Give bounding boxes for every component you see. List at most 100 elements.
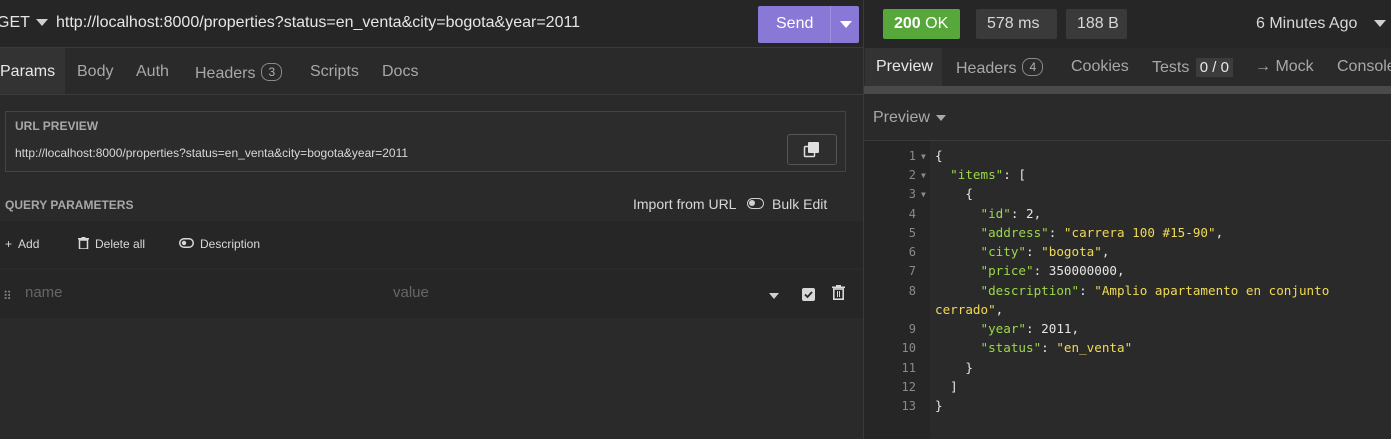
tab-scripts[interactable]: Scripts <box>310 63 359 81</box>
chevron-down-icon[interactable] <box>769 293 779 299</box>
param-row: ⠿ <box>0 270 863 318</box>
tab-auth[interactable]: Auth <box>136 63 169 81</box>
code-line: "status": "en_venta" <box>980 340 1133 355</box>
preview-mode-selector[interactable]: Preview <box>873 109 930 127</box>
json-key: "year" <box>980 321 1027 336</box>
response-headers-count-badge: 4 <box>1022 58 1044 76</box>
response-status-bar: 200 OK 578 ms 188 B 6 Minutes Ago <box>864 0 1391 48</box>
line-gutter: 1 2 3 4 5 6 7 8 9 10 11 12 13 ▼ ▼ ▼ <box>864 141 930 439</box>
tab-tests[interactable]: Tests 0 / 0 <box>1152 58 1233 77</box>
response-size: 188 B <box>1066 9 1127 39</box>
json-key: "items" <box>950 167 1004 182</box>
bulk-edit-button[interactable]: Bulk Edit <box>772 196 827 212</box>
chevron-down-icon[interactable] <box>36 19 48 26</box>
send-button[interactable]: Send <box>758 6 859 43</box>
tabs-scrollbar[interactable] <box>864 86 1391 94</box>
fold-toggle-icon[interactable]: ▼ <box>921 190 926 199</box>
line-number: 12 <box>901 380 916 394</box>
url-preview-title: URL PREVIEW <box>15 119 99 133</box>
json-key: "status" <box>980 340 1042 355</box>
status-badge: 200 OK <box>883 9 960 39</box>
tab-headers-label: Headers <box>195 65 256 82</box>
url-preview-text: http://localhost:8000/properties?status=… <box>15 146 409 160</box>
url-bar: GET http://localhost:8000/properties?sta… <box>0 0 863 48</box>
code-line: "city": "bogota", <box>980 244 1110 259</box>
headers-count-badge: 3 <box>261 63 283 81</box>
enabled-checkbox[interactable] <box>802 288 815 301</box>
line-number: 4 <box>908 207 916 221</box>
delete-all-label: Delete all <box>95 237 146 251</box>
tab-console[interactable]: Console <box>1337 58 1391 76</box>
code-line: ] <box>935 379 958 394</box>
trash-icon[interactable] <box>832 285 845 300</box>
json-number: 2 <box>1026 206 1034 221</box>
code-line: "items": [ <box>935 167 1026 182</box>
query-params-header: QUERY PARAMETERS Import from URL Bulk Ed… <box>0 188 863 220</box>
line-number: 1 <box>908 149 916 163</box>
drag-handle-icon[interactable]: ⠿ <box>3 289 12 303</box>
tab-headers[interactable]: Headers 3 <box>195 63 283 83</box>
plus-icon: + <box>5 237 13 251</box>
line-number: 8 <box>908 284 916 298</box>
history-selector[interactable]: 6 Minutes Ago <box>1256 15 1357 33</box>
send-divider <box>830 6 831 43</box>
delete-all-button[interactable]: Delete all <box>78 237 145 251</box>
trash-icon <box>78 237 89 249</box>
tab-preview[interactable]: Preview <box>876 58 933 76</box>
code-line: cerrado", <box>935 302 1004 317</box>
param-name-input[interactable] <box>25 284 365 301</box>
json-key: "city" <box>980 244 1027 259</box>
toggle-icon[interactable] <box>747 198 764 209</box>
code-line: } <box>935 360 973 375</box>
line-number: 13 <box>901 399 916 413</box>
copy-button[interactable] <box>787 134 837 165</box>
json-punct: : [ <box>1003 167 1026 182</box>
json-key: "price" <box>980 263 1034 278</box>
add-param-button[interactable]: + Add <box>5 237 39 251</box>
json-punct: } <box>935 398 943 413</box>
tab-params[interactable]: Params <box>0 63 55 81</box>
json-string: "Amplio apartamento en conjunto <box>1094 283 1330 298</box>
tab-mock[interactable]: → Mock <box>1255 58 1314 76</box>
json-number: 350000000 <box>1048 263 1117 278</box>
check-icon <box>804 291 813 299</box>
preview-mode-bar: Preview <box>864 94 1391 141</box>
json-key: "address" <box>980 225 1049 240</box>
json-string: "carrera 100 #15-90" <box>1063 225 1216 240</box>
code-line: "year": 2011, <box>980 321 1080 336</box>
tab-docs[interactable]: Docs <box>382 63 418 81</box>
query-params-actions: + Add Delete all Description <box>0 221 863 268</box>
json-number: 2011 <box>1041 321 1072 336</box>
toggle-icon <box>179 238 194 248</box>
fold-toggle-icon[interactable]: ▼ <box>921 171 926 180</box>
chevron-down-icon[interactable] <box>1374 20 1386 27</box>
tab-response-headers[interactable]: Headers 4 <box>956 58 1044 78</box>
import-from-url-button[interactable]: Import from URL <box>633 196 736 212</box>
line-number: 7 <box>908 264 916 278</box>
line-number: 10 <box>901 341 916 355</box>
code-line: } <box>935 398 943 413</box>
line-number: 9 <box>908 322 916 336</box>
fold-toggle-icon[interactable]: ▼ <box>921 152 926 161</box>
send-button-label: Send <box>776 15 814 32</box>
tab-body[interactable]: Body <box>77 63 113 81</box>
param-value-input[interactable] <box>393 284 733 301</box>
tab-cookies[interactable]: Cookies <box>1071 58 1129 76</box>
query-params-title: QUERY PARAMETERS <box>5 198 134 212</box>
code-line: { <box>935 148 943 163</box>
tab-tests-label: Tests <box>1152 59 1190 76</box>
code-line: "price": 350000000, <box>980 263 1125 278</box>
code-line: "description": "Amplio apartamento en co… <box>980 283 1330 298</box>
json-punct: { <box>935 148 943 163</box>
url-preview-box: URL PREVIEW http://localhost:8000/proper… <box>5 111 846 172</box>
description-toggle[interactable]: Description <box>179 237 260 251</box>
code-line: { <box>935 186 973 201</box>
code-line: "id": 2, <box>980 206 1042 221</box>
json-punct: { <box>965 186 973 201</box>
chevron-down-icon[interactable] <box>840 21 852 28</box>
chevron-down-icon[interactable] <box>936 115 946 121</box>
url-input[interactable]: http://localhost:8000/properties?status=… <box>56 14 580 32</box>
method-selector[interactable]: GET <box>0 14 30 32</box>
json-punct: } <box>965 360 973 375</box>
line-number: 11 <box>901 361 916 375</box>
